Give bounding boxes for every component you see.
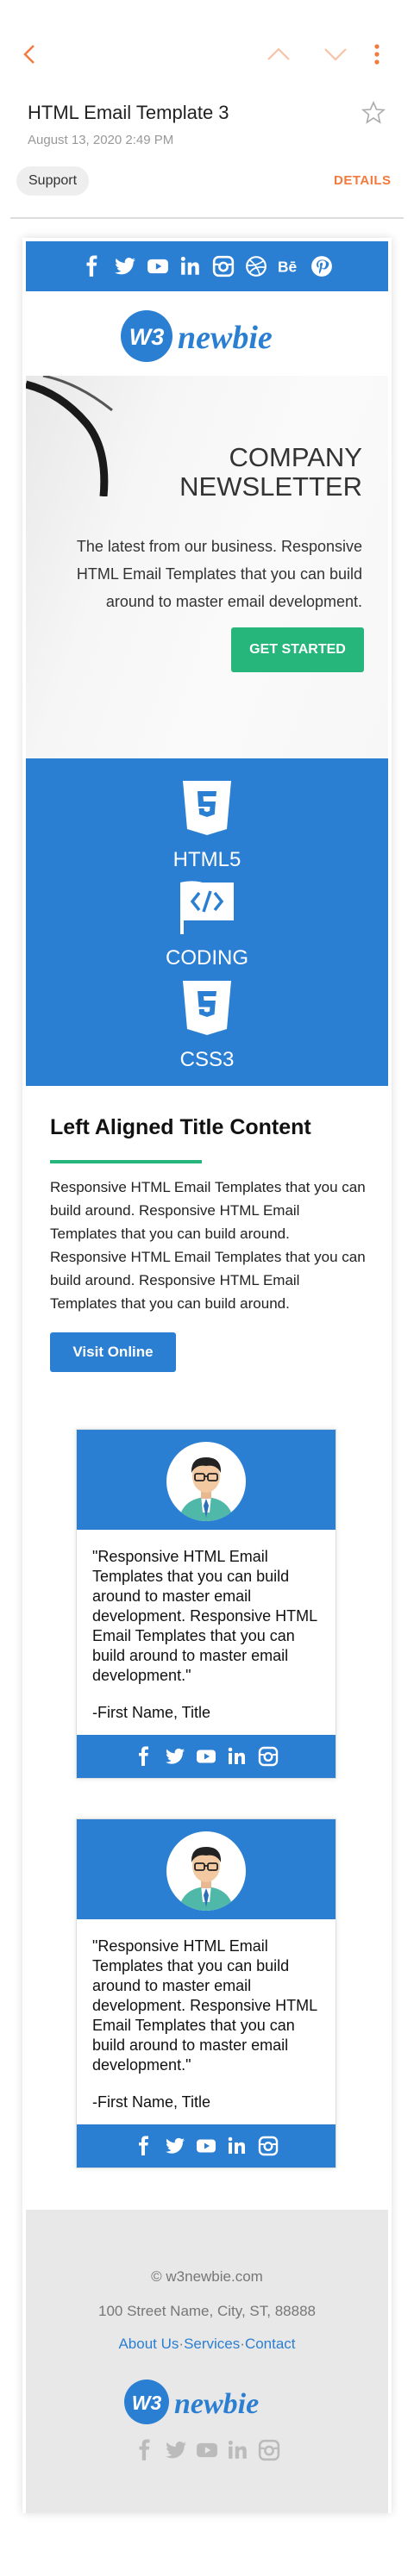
email-date: August 13, 2020 2:49 PM <box>28 133 174 147</box>
feature-label-html5: HTML5 <box>172 848 242 871</box>
testimonial-quote: "Responsive HTML Email Templates that yo… <box>92 1548 317 1684</box>
chevron-left-icon[interactable] <box>21 43 40 65</box>
footer-copyright: © w3newbie.com <box>151 2268 263 2285</box>
feature-css3: CSS3 <box>26 979 388 1072</box>
email-subject: HTML Email Template 3 <box>28 102 229 123</box>
youtube-icon[interactable] <box>196 2136 216 2156</box>
contact-link[interactable]: Contact <box>245 2336 296 2352</box>
svg-text:Bē: Bē <box>278 259 298 276</box>
feature-coding: CODING <box>26 879 388 970</box>
footer-links: About Us·Services·Contact <box>26 2336 388 2353</box>
label-chip[interactable]: Support <box>16 166 90 196</box>
testimonial-quote: "Responsive HTML Email Templates that yo… <box>92 1937 317 2074</box>
facebook-icon[interactable] <box>134 2136 154 2156</box>
testimonial-author: -First Name, Title <box>92 1704 211 1721</box>
title-underline <box>50 1160 202 1163</box>
instagram-icon[interactable] <box>258 2439 280 2461</box>
css3-icon <box>183 981 231 1035</box>
coding-flag-icon <box>180 881 234 934</box>
about-us-link[interactable]: About Us <box>118 2336 179 2352</box>
services-link[interactable]: Services <box>184 2336 240 2352</box>
hero-banner: COMPANY NEWSLETTER The latest from our b… <box>26 376 388 758</box>
dribbble-icon[interactable] <box>245 255 267 278</box>
get-started-button[interactable]: GET STARTED <box>231 627 364 672</box>
twitter-icon[interactable] <box>165 2439 187 2461</box>
footer-address: 100 Street Name, City, ST, 88888 <box>98 2303 316 2319</box>
linkedin-icon[interactable] <box>179 255 202 278</box>
social-bar-top: Bē <box>26 241 388 291</box>
content-body: Responsive HTML Email Templates that you… <box>50 1179 366 1312</box>
hero-title-line1: COMPANY <box>229 442 362 472</box>
logo-word: newbie <box>174 2388 259 2420</box>
linkedin-icon[interactable] <box>227 1746 248 1767</box>
features-section: HTML5 CODING CSS3 <box>26 758 388 1086</box>
content-title: Left Aligned Title Content <box>50 1115 311 1139</box>
glasses-decoration <box>26 376 113 496</box>
testimonial-card: "Responsive HTML Email Templates that yo… <box>76 1429 336 1779</box>
email-footer: © w3newbie.com 100 Street Name, City, ST… <box>26 2210 388 2513</box>
behance-icon[interactable]: Bē <box>278 255 300 278</box>
logo-word: newbie <box>178 320 273 356</box>
card-social-bar <box>77 1735 336 1778</box>
instagram-icon[interactable] <box>258 1746 279 1767</box>
testimonial-author: -First Name, Title <box>92 2093 211 2111</box>
more-vertical-icon[interactable] <box>373 43 381 65</box>
details-link[interactable]: DETAILS <box>334 173 392 188</box>
twitter-icon[interactable] <box>165 2136 185 2156</box>
email-body: Bē W3 newbie COMPANY NEWSLETTER The late… <box>22 238 392 2513</box>
youtube-icon[interactable] <box>196 2439 218 2461</box>
logo-mark: W3 <box>132 2392 162 2414</box>
instagram-icon[interactable] <box>258 2136 279 2156</box>
facebook-icon[interactable] <box>81 255 104 278</box>
feature-label-coding: CODING <box>166 946 248 970</box>
hero-title: COMPANY NEWSLETTER <box>147 443 362 502</box>
twitter-icon[interactable] <box>114 255 136 278</box>
feature-html5: HTML5 <box>26 779 388 872</box>
w3newbie-logo: W3 newbie <box>124 2380 259 2424</box>
avatar <box>166 1442 246 1521</box>
html5-icon <box>183 781 231 835</box>
pinterest-icon[interactable] <box>310 255 333 278</box>
star-outline-icon[interactable] <box>361 100 386 126</box>
divider <box>10 217 404 219</box>
toolbar <box>0 0 414 76</box>
avatar <box>166 1831 246 1911</box>
chevron-down-icon[interactable] <box>323 45 348 64</box>
w3newbie-logo: W3 newbie <box>121 310 273 362</box>
visit-online-button[interactable]: Visit Online <box>50 1332 176 1372</box>
testimonial-card: "Responsive HTML Email Templates that yo… <box>76 1818 336 2168</box>
hero-title-line2: NEWSLETTER <box>179 471 362 502</box>
youtube-icon[interactable] <box>196 1746 216 1767</box>
linkedin-icon[interactable] <box>227 2136 248 2156</box>
youtube-icon[interactable] <box>147 255 169 278</box>
instagram-icon[interactable] <box>212 255 235 278</box>
facebook-icon[interactable] <box>134 2439 156 2461</box>
footer-social-bar <box>26 2439 388 2461</box>
logo-mark: W3 <box>129 324 165 350</box>
card-social-bar <box>77 2124 336 2167</box>
hero-text: The latest from our business. Responsive… <box>76 538 362 610</box>
linkedin-icon[interactable] <box>227 2439 249 2461</box>
facebook-icon[interactable] <box>134 1746 154 1767</box>
feature-label-css3: CSS3 <box>179 1048 235 1071</box>
chevron-up-icon[interactable] <box>266 45 292 64</box>
twitter-icon[interactable] <box>165 1746 185 1767</box>
